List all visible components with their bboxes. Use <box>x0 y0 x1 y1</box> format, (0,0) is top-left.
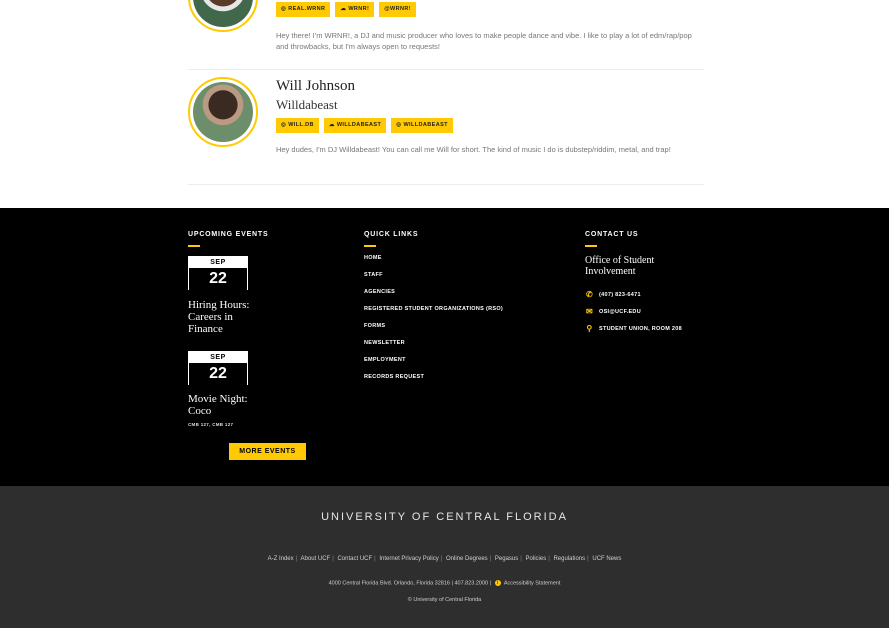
profile-bio: Hey dudes, I'm DJ Willdabeast! You can c… <box>276 145 671 154</box>
footer-links: A-Z Index | About UCF | Contact UCF | Inter… <box>267 556 622 562</box>
quick-link-records-request[interactable]: RECORDS REQUEST <box>364 374 424 380</box>
map-pin-icon: ⚲ <box>586 324 593 333</box>
footer-link[interactable]: A-Z Index <box>268 556 294 562</box>
footer-link[interactable]: Policies <box>526 556 547 562</box>
avatar <box>188 0 258 32</box>
tag-label: @WRNR! <box>384 6 411 12</box>
event-date: SEP 22 <box>188 351 248 385</box>
tag-label: WILLDABEAST <box>336 122 382 128</box>
contact-us-heading: CONTACT US <box>585 231 639 247</box>
social-tag[interactable]: ◎ REAL.WRNR <box>276 2 331 17</box>
footer-link[interactable]: About UCF <box>301 556 331 562</box>
quick-link-newsletter[interactable]: NEWSLETTER <box>364 340 405 346</box>
footer-link[interactable]: Regulations <box>553 556 585 562</box>
quick-link-agencies[interactable]: AGENCIES <box>364 289 395 295</box>
office-name: Office of Student Involvement <box>585 255 655 277</box>
address-line: 4000 Central Florida Blvd. Orlando, Flor… <box>0 580 889 586</box>
instagram-icon: ◎ <box>281 122 287 128</box>
quick-link-home[interactable]: HOME <box>364 255 382 261</box>
profile-bio: Hey there! I'm WRNR!, a DJ and music pro… <box>276 31 692 51</box>
event-date: SEP 22 <box>188 256 248 290</box>
event-day: 22 <box>189 268 247 290</box>
instagram-icon: ◎ <box>281 6 287 12</box>
profile-card: ◎ REAL.WRNR ☁ WRNR! @WRNR! Hey there! I'm … <box>188 0 704 70</box>
social-tags: ◎ WILL.DB ☁ WILLDABEAST ◎ WILLDABEAST <box>276 118 453 133</box>
tag-label: WILL.DB <box>288 122 314 128</box>
page-edge <box>0 628 889 632</box>
info-icon: i <box>494 580 501 586</box>
event-day: 22 <box>189 363 247 385</box>
upcoming-events-heading: UPCOMING EVENTS <box>188 231 269 247</box>
tag-label: WRNR! <box>348 6 370 12</box>
soundcloud-icon: ☁ <box>328 122 335 128</box>
quick-links-heading: QUICK LINKS <box>364 231 419 247</box>
profile-alias: Willdabeast <box>276 97 338 112</box>
avatar <box>188 77 258 147</box>
copyright: © University of Central Florida <box>407 597 482 603</box>
tag-label: REAL.WRNR <box>288 6 326 12</box>
contact-text: (407) 823-6471 <box>599 291 641 298</box>
quick-link-staff[interactable]: STAFF <box>364 272 383 278</box>
social-tag[interactable]: @WRNR! <box>379 2 416 17</box>
address-text: 4000 Central Florida Blvd. Orlando, Flor… <box>328 580 492 587</box>
footer-link[interactable]: Contact UCF <box>337 556 372 562</box>
footer-link[interactable]: Internet Privacy Policy <box>379 556 438 562</box>
quick-link-employment[interactable]: EMPLOYMENT <box>364 357 406 363</box>
social-tag[interactable]: ◎ WILLDABEAST <box>391 118 453 133</box>
more-events-button[interactable]: MORE EVENTS <box>229 443 306 460</box>
site-footer: UPCOMING EVENTS SEP 22 Hiring Hours: Car… <box>0 208 889 486</box>
contact-text: OSI@UCF.EDU <box>599 308 641 315</box>
university-footer: UNIVERSITY OF CENTRAL FLORIDA A-Z Index |… <box>0 486 889 628</box>
profile-card: Will Johnson Willdabeast ◎ WILL.DB ☁ WILLD… <box>188 70 704 185</box>
contact-email[interactable]: ✉ OSI@UCF.EDU <box>585 307 641 316</box>
university-wordmark[interactable]: UNIVERSITY OF CENTRAL FLORIDA <box>0 511 889 523</box>
footer-link[interactable]: UCF News <box>592 556 621 562</box>
event-title[interactable]: Hiring Hours: Careers in Finance <box>188 299 268 335</box>
quick-link-rso[interactable]: REGISTERED STUDENT ORGANIZATIONS (RSO) <box>364 306 503 312</box>
tag-label: WILLDABEAST <box>403 122 448 128</box>
event-title[interactable]: Movie Night: Coco <box>188 393 268 417</box>
social-tags: ◎ REAL.WRNR ☁ WRNR! @WRNR! <box>276 2 416 17</box>
footer-link[interactable]: Pegasus <box>495 556 518 562</box>
profile-name: Will Johnson <box>276 78 355 94</box>
event-month: SEP <box>189 352 247 363</box>
phone-icon: ✆ <box>585 290 593 299</box>
footer-link[interactable]: Online Degrees <box>446 556 488 562</box>
social-tag[interactable]: ◎ WILL.DB <box>276 118 319 133</box>
envelope-icon: ✉ <box>585 307 593 316</box>
contact-text: STUDENT UNION, ROOM 208 <box>599 325 682 332</box>
soundcloud-icon: ☁ <box>340 6 347 12</box>
quick-link-forms[interactable]: FORMS <box>364 323 385 329</box>
contact-phone[interactable]: ✆ (407) 823-6471 <box>585 290 641 299</box>
twitter-icon: ◎ <box>396 122 402 128</box>
accessibility-link[interactable]: Accessibility Statement <box>504 580 561 586</box>
event-month: SEP <box>189 257 247 268</box>
event-location: CMB 127, CMB 127 <box>188 422 234 427</box>
social-tag[interactable]: ☁ WRNR! <box>335 2 375 17</box>
social-tag[interactable]: ☁ WILLDABEAST <box>323 118 387 133</box>
contact-location[interactable]: ⚲ STUDENT UNION, ROOM 208 <box>585 324 682 333</box>
